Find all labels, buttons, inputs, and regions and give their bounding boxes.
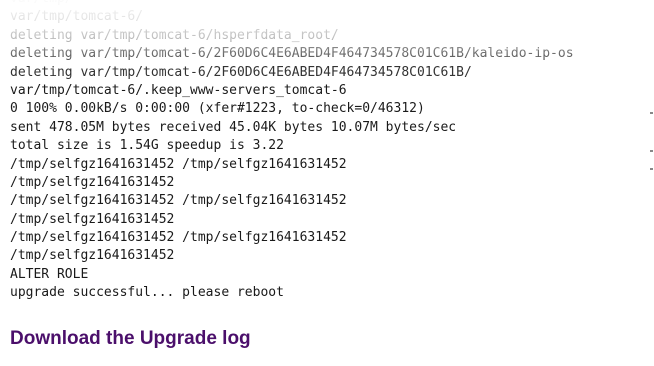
console-line: upgrade successful... please reboot bbox=[10, 285, 284, 301]
console-line: var/tmp/tomcat-6/ bbox=[10, 9, 144, 25]
console-line: /tmp/selfgz1641631452 bbox=[10, 211, 175, 227]
console-line: /tmp/selfgz1641631452 /tmp/selfgz1641631… bbox=[10, 156, 347, 172]
console-output: var/tmp/ var/tmp/tomcat-6/ deleting var/… bbox=[10, 0, 654, 303]
console-line: /tmp/selfgz1641631452 bbox=[10, 174, 175, 190]
console-line: 0 100% 0.00kB/s 0:00:00 (xfer#1223, to-c… bbox=[10, 101, 425, 117]
console-line: /tmp/selfgz1641631452 /tmp/selfgz1641631… bbox=[10, 193, 347, 209]
console-line: /tmp/selfgz1641631452 bbox=[10, 248, 175, 264]
console-line: var/tmp/ bbox=[10, 0, 654, 8]
console-line: var/tmp/tomcat-6/.keep_www-servers_tomca… bbox=[10, 82, 347, 98]
download-upgrade-log-link[interactable]: Download the Upgrade log bbox=[10, 327, 251, 351]
edge-mark bbox=[650, 150, 653, 152]
console-line: deleting var/tmp/tomcat-6/2F60D6C4E6ABED… bbox=[10, 64, 472, 80]
console-line: ALTER ROLE bbox=[10, 266, 89, 282]
console-line: total size is 1.54G speedup is 3.22 bbox=[10, 138, 284, 154]
edge-mark bbox=[650, 112, 653, 114]
right-edge-marks bbox=[650, 0, 654, 366]
console-line: deleting var/tmp/tomcat-6/2F60D6C4E6ABED… bbox=[10, 46, 574, 62]
edge-mark bbox=[650, 168, 653, 170]
console-line: deleting var/tmp/tomcat-6/hsperfdata_roo… bbox=[10, 27, 339, 43]
console-line: /tmp/selfgz1641631452 /tmp/selfgz1641631… bbox=[10, 230, 347, 246]
console-line: sent 478.05M bytes received 45.04K bytes… bbox=[10, 119, 457, 135]
